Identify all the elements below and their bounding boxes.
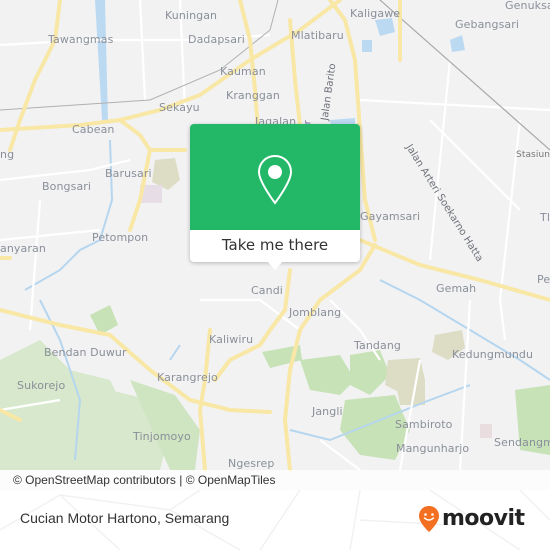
map-pin-icon xyxy=(257,154,293,205)
place-label-karangrejo: Karangrejo xyxy=(157,371,218,384)
moovit-logo[interactable]: moovit xyxy=(418,505,525,533)
place-label-tinjomoyo: Tinjomoyo xyxy=(133,430,191,443)
place-label-sambiroto: Sambiroto xyxy=(395,418,453,431)
place-label-dadapsari: Dadapsari xyxy=(188,33,245,46)
map-view[interactable]: Kuningan Tawangmas Dadapsari Mlatibaru K… xyxy=(0,0,550,490)
place-label-tandang: Tandang xyxy=(354,339,401,352)
map-attribution[interactable]: © OpenStreetMap contributors | © OpenMap… xyxy=(0,470,550,490)
moovit-wordmark: moovit xyxy=(442,506,525,531)
place-title: Cucian Motor Hartono, Semarang xyxy=(20,510,230,526)
place-label-jomblang: Jomblang xyxy=(289,306,342,319)
place-label-kaliwiru: Kaliwiru xyxy=(209,333,254,346)
place-label-gebangsari: Gebangsari xyxy=(455,18,520,31)
place-label-tawangmas: Tawangmas xyxy=(48,33,114,46)
place-label-kranggan: Kranggan xyxy=(226,89,280,102)
place-label-mlatibaru: Mlatibaru xyxy=(291,29,344,42)
place-label-pe: Pe xyxy=(537,273,550,286)
place-label-gemah: Gemah xyxy=(436,282,477,295)
place-label-sekayu: Sekayu xyxy=(159,101,200,114)
place-label-kedungmundu: Kedungmundu xyxy=(452,348,534,361)
place-label-barusari: Barusari xyxy=(105,167,152,180)
popup-pointer xyxy=(267,261,283,270)
place-label-manyaran: anyaran xyxy=(0,242,46,255)
place-label-jangli: Jangli xyxy=(312,405,343,418)
place-label-kuningan: Kuningan xyxy=(165,9,218,22)
place-label-candi: Candi xyxy=(251,284,283,297)
place-label-kaligawe: Kaligawe xyxy=(350,7,401,20)
place-label-cabean: Cabean xyxy=(72,123,115,136)
place-label-gayamsari: Gayamsari xyxy=(360,210,421,223)
place-label-petompon: Petompon xyxy=(92,231,149,244)
moovit-pin-icon xyxy=(419,506,439,532)
place-label-kauman: Kauman xyxy=(220,65,266,78)
take-me-there-button[interactable]: Take me there xyxy=(190,230,360,262)
footer-bar: Cucian Motor Hartono, Semarang moovit xyxy=(0,490,550,550)
place-label-mangunharjo: Mangunharjo xyxy=(396,442,470,455)
popup-header xyxy=(190,124,360,230)
landuse-area xyxy=(480,424,492,438)
place-label-tl: Tl xyxy=(540,211,550,224)
place-label-stasiun: Stasiun A xyxy=(516,150,550,160)
place-label-ng: ng xyxy=(0,148,15,161)
take-me-there-popup[interactable]: Take me there xyxy=(190,124,360,270)
place-label-bongsari: Bongsari xyxy=(42,180,92,193)
place-label-bendan-duwur: Bendan Duwur xyxy=(44,346,127,359)
place-label-genuksari: Genuksa xyxy=(505,0,550,12)
place-label-ngesrep: Ngesrep xyxy=(228,457,275,470)
place-label-sendangmulyo: Sendangm xyxy=(494,436,550,449)
place-label-sukorejo: Sukorejo xyxy=(17,379,66,392)
